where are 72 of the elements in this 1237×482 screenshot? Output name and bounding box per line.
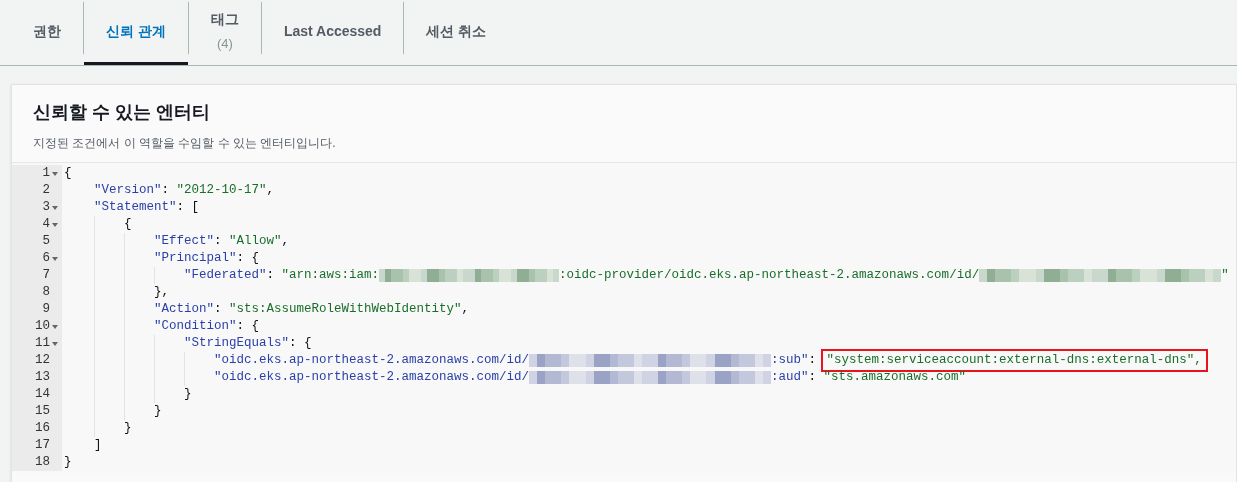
- json-string: ": [1221, 267, 1229, 284]
- json-string: "sts:AssumeRoleWithWebIdentity": [229, 301, 462, 318]
- json-key: :aud": [771, 369, 809, 386]
- line-number: 8: [42, 284, 50, 301]
- json-key: "StringEquals": [184, 335, 290, 352]
- json-string: "2012-10-17": [176, 182, 267, 199]
- json-punctuation: }: [154, 403, 162, 420]
- json-punctuation: },: [154, 284, 169, 301]
- json-punctuation: : [: [176, 199, 200, 216]
- line-number: 16: [35, 420, 50, 437]
- line-number: 1: [42, 165, 50, 182]
- line-number: 15: [35, 403, 50, 420]
- line-number: 14: [35, 386, 50, 403]
- line-number: 18: [35, 454, 50, 471]
- line-number: 12: [35, 352, 50, 369]
- line-number: 17: [35, 437, 50, 454]
- tab[interactable]: 세션 취소: [404, 0, 509, 65]
- json-string: "sts.amazonaws.com": [823, 369, 967, 386]
- line-number: 13: [35, 369, 50, 386]
- panel-title: 신뢰할 수 있는 엔터티: [33, 101, 211, 124]
- json-key: "Effect": [154, 233, 214, 250]
- json-string: "arn:aws:iam:: [281, 267, 380, 284]
- json-punctuation: :: [266, 267, 276, 284]
- json-key: "Statement": [94, 199, 177, 216]
- tab[interactable]: 권한: [11, 0, 83, 65]
- json-key: "oidc.eks.ap-northeast-2.amazonaws.com/id/: [214, 352, 530, 369]
- panel-description: 지정된 조건에서 이 역할을 수임할 수 있는 엔터티입니다.: [33, 135, 337, 152]
- line-number: 3: [42, 199, 50, 216]
- line-number: 10: [35, 318, 50, 335]
- json-punctuation: ,: [281, 233, 290, 250]
- tab[interactable]: Last Accessed: [261, 0, 404, 65]
- json-punctuation: }: [184, 386, 192, 403]
- json-punctuation: ]: [94, 437, 102, 454]
- line-number: 9: [42, 301, 50, 318]
- json-punctuation: : {: [236, 318, 260, 335]
- json-punctuation: {: [64, 165, 72, 182]
- json-key: "oidc.eks.ap-northeast-2.amazonaws.com/id/: [214, 369, 530, 386]
- line-number: 4: [42, 216, 50, 233]
- highlighted-value: "system:serviceaccount:external-dns:external-dns",: [823, 352, 1205, 369]
- json-punctuation: {: [124, 216, 132, 233]
- json-key: "Federated": [184, 267, 267, 284]
- json-punctuation: : {: [289, 335, 312, 352]
- json-string: "Allow": [229, 233, 282, 250]
- fold-caret-icon[interactable]: [52, 324, 58, 329]
- fold-caret-icon[interactable]: [52, 222, 58, 227]
- json-key: :sub": [771, 352, 809, 369]
- json-punctuation: ,: [266, 182, 275, 199]
- line-number: 2: [42, 182, 50, 199]
- json-key: "Version": [94, 182, 162, 199]
- json-punctuation: }: [124, 420, 132, 437]
- json-punctuation: : {: [236, 250, 260, 267]
- json-punctuation: ,: [461, 301, 470, 318]
- fold-caret-icon[interactable]: [52, 341, 58, 346]
- line-number: 7: [42, 267, 50, 284]
- json-punctuation: :: [808, 352, 818, 369]
- json-key: "Action": [154, 301, 214, 318]
- tab[interactable]: 태그 (4): [188, 0, 261, 65]
- json-punctuation: :: [161, 182, 171, 199]
- code-editor[interactable]: [12, 162, 1236, 473]
- json-punctuation: :: [214, 301, 223, 318]
- json-key: "Principal": [154, 250, 237, 267]
- json-punctuation: }: [64, 454, 72, 471]
- fold-caret-icon[interactable]: [52, 171, 58, 176]
- json-key: "Condition": [154, 318, 237, 335]
- json-string: :oidc-provider/oidc.eks.ap-northeast-2.amazonaws.com/id/: [559, 267, 980, 284]
- line-number: 11: [35, 335, 50, 352]
- line-number: 6: [42, 250, 50, 267]
- json-punctuation: :: [808, 369, 818, 386]
- fold-caret-icon[interactable]: [52, 256, 58, 261]
- fold-caret-icon[interactable]: [52, 205, 58, 210]
- json-punctuation: :: [214, 233, 223, 250]
- line-number: 5: [42, 233, 50, 250]
